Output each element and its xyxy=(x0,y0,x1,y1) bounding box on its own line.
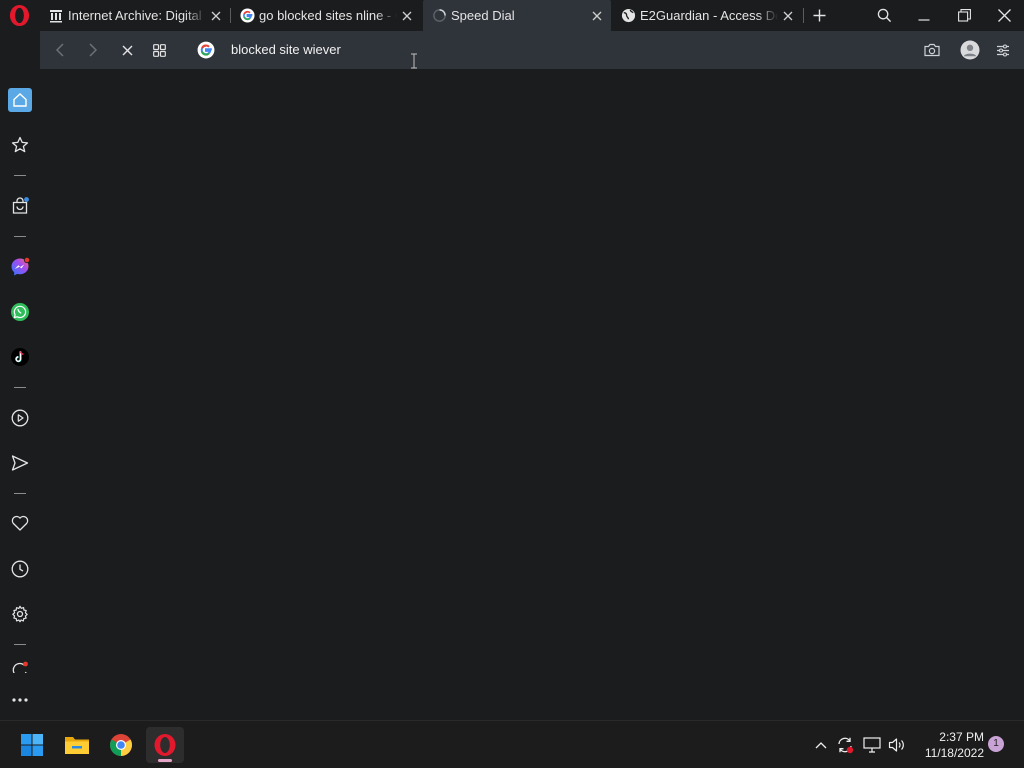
close-tab-icon[interactable] xyxy=(206,6,226,26)
sidebar-divider xyxy=(14,387,26,388)
history-icon[interactable] xyxy=(8,557,32,581)
file-explorer-icon[interactable] xyxy=(58,727,96,763)
restore-icon[interactable] xyxy=(944,0,984,30)
tab-divider xyxy=(803,8,804,23)
extensions-icon[interactable] xyxy=(8,661,32,673)
tab-google-search[interactable]: go blocked sites nline - Google Search xyxy=(231,0,421,31)
notification-badge[interactable]: 1 xyxy=(988,736,1004,752)
tab-title: Speed Dial xyxy=(451,8,515,23)
new-tab-icon[interactable] xyxy=(808,4,830,26)
google-icon xyxy=(197,41,215,59)
flow-icon[interactable] xyxy=(8,451,32,475)
whatsapp-icon[interactable] xyxy=(8,300,32,324)
google-icon xyxy=(239,8,255,24)
tab-internet-archive[interactable]: Internet Archive: Digital Library of Fre… xyxy=(40,0,230,31)
stop-icon[interactable] xyxy=(117,40,137,60)
text-cursor-icon xyxy=(411,53,417,69)
close-icon[interactable] xyxy=(984,0,1024,30)
network-icon[interactable] xyxy=(862,735,882,755)
close-tab-icon[interactable] xyxy=(587,6,607,26)
sidebar-divider xyxy=(14,236,26,237)
clock-time: 2:37 PM xyxy=(939,730,984,744)
close-tab-icon[interactable] xyxy=(778,6,798,26)
easy-setup-icon[interactable] xyxy=(993,40,1013,60)
clock-date: 11/18/2022 xyxy=(924,746,984,760)
opera-logo-icon[interactable] xyxy=(8,4,31,27)
clock[interactable]: 2:37 PM 11/18/2022 xyxy=(914,729,984,761)
chrome-icon[interactable] xyxy=(102,727,140,763)
tab-speed-dial[interactable]: Speed Dial xyxy=(423,0,611,31)
back-icon[interactable] xyxy=(50,40,70,60)
player-icon[interactable] xyxy=(8,406,32,430)
show-hidden-icon[interactable] xyxy=(811,735,831,755)
sidebar-divider xyxy=(14,175,26,176)
tab-title: Internet Archive: Digital Library of Fre… xyxy=(68,8,206,23)
volume-icon[interactable] xyxy=(887,735,907,755)
tab-strip: Internet Archive: Digital Library of Fre… xyxy=(0,0,1024,31)
sync-icon[interactable] xyxy=(835,735,855,755)
globe-icon xyxy=(620,8,636,24)
page-content xyxy=(40,69,1024,720)
minimize-icon[interactable] xyxy=(904,0,944,30)
active-app-indicator xyxy=(158,759,172,762)
address-toolbar: blocked site wiever xyxy=(40,31,1024,69)
sidebar-divider xyxy=(14,493,26,494)
forward-icon[interactable] xyxy=(83,40,103,60)
tab-title: E2Guardian - Access Denied xyxy=(640,8,778,23)
archive-icon xyxy=(48,8,64,24)
tiktok-icon[interactable] xyxy=(8,345,32,369)
search-tabs-icon[interactable] xyxy=(864,0,904,30)
tab-grid-icon[interactable] xyxy=(149,40,169,60)
home-icon[interactable] xyxy=(8,88,32,112)
sidebar-divider xyxy=(14,644,26,645)
messenger-icon[interactable] xyxy=(8,255,32,279)
address-bar-input[interactable]: blocked site wiever xyxy=(231,42,341,57)
profile-icon[interactable] xyxy=(960,40,980,60)
windows-start-icon[interactable] xyxy=(13,727,51,763)
pinboard-icon[interactable] xyxy=(8,511,32,535)
shopping-icon[interactable] xyxy=(8,194,32,218)
windows-taskbar: 2:37 PM 11/18/2022 xyxy=(0,720,1024,768)
camera-icon[interactable] xyxy=(922,40,942,60)
loading-spinner-icon xyxy=(431,8,447,24)
tab-title: go blocked sites nline - Google Search xyxy=(259,8,397,23)
bookmarks-icon[interactable] xyxy=(8,133,32,157)
tab-e2guardian[interactable]: E2Guardian - Access Denied xyxy=(612,0,802,31)
close-tab-icon[interactable] xyxy=(397,6,417,26)
sidebar xyxy=(0,69,40,720)
settings-icon[interactable] xyxy=(8,602,32,626)
more-icon[interactable] xyxy=(8,688,32,712)
opera-icon[interactable] xyxy=(146,727,184,763)
